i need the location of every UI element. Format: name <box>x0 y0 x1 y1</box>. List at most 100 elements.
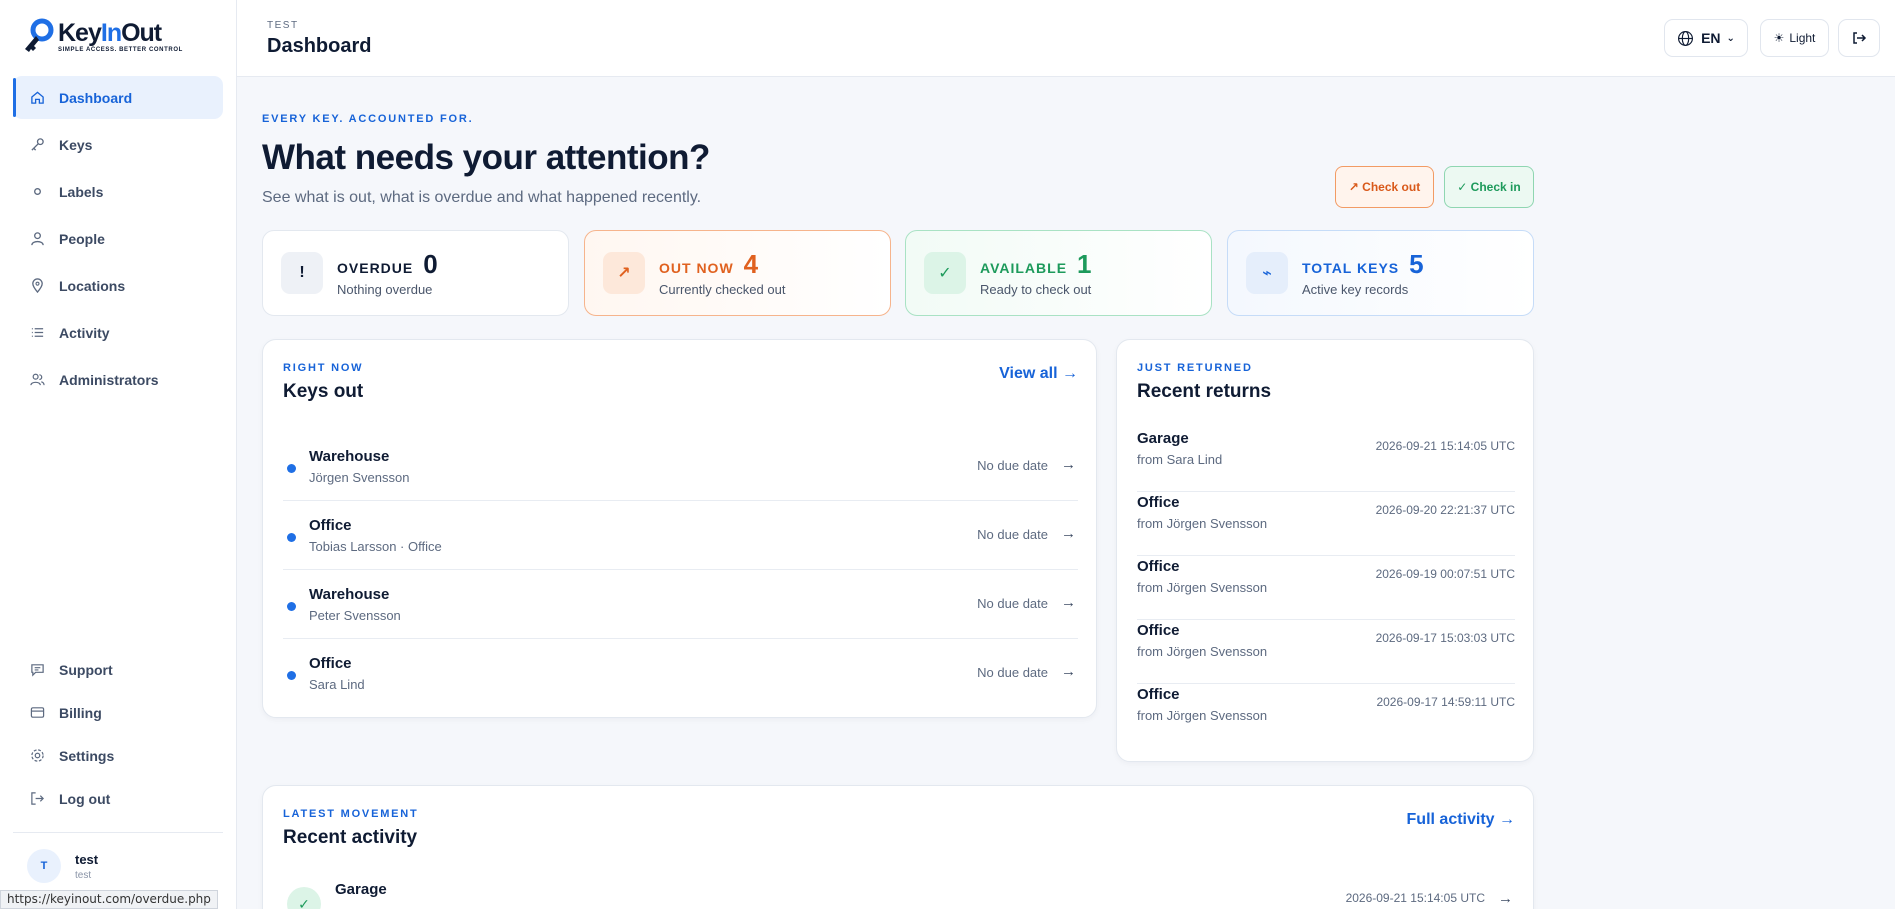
key-holder: Sara Lind <box>309 677 365 692</box>
users-icon <box>29 372 45 388</box>
list-item[interactable]: Office Tobias Larsson · Office No due dat… <box>283 501 1078 570</box>
stat-card-total-keys[interactable]: ⌁ TOTAL KEYS 5 Active key records <box>1227 230 1534 316</box>
returns-list: Garage from Sara Lind 2026-09-21 15:14:0… <box>1137 428 1515 748</box>
pin-icon <box>29 278 45 294</box>
card-title: Keys out <box>283 381 364 402</box>
return-from: from Sara Lind <box>1137 452 1223 467</box>
sidebar-item-label: Dashboard <box>59 89 133 106</box>
due-date: No due date <box>977 527 1048 542</box>
sidebar-item-label: Labels <box>59 183 104 200</box>
sidebar-item-locations[interactable]: Locations <box>13 264 223 307</box>
sidebar-item-label: Support <box>59 661 113 678</box>
chevron-down-icon: ⌄ <box>1726 32 1735 44</box>
sidebar-item-label: Administrators <box>59 371 159 388</box>
sidebar-item-activity[interactable]: Activity <box>13 311 223 354</box>
key-holder: Jörgen Svensson <box>309 469 410 485</box>
return-from: from Jörgen Svensson <box>1137 708 1268 723</box>
stat-description: Active key records <box>1302 282 1409 297</box>
check-out-button[interactable]: ↗ Check out <box>1335 166 1434 208</box>
secondary-nav: Support Billing Settings Log out <box>13 650 223 822</box>
list-item[interactable]: Garage from Sara Lind 2026-09-21 15:14:0… <box>1137 428 1515 492</box>
keys-out-card: RIGHT NOW Keys out View all → Warehouse J… <box>262 339 1097 718</box>
user-profile[interactable]: T test test <box>13 832 223 883</box>
breadcrumb: TEST <box>267 20 299 31</box>
stat-value: 0 <box>423 249 438 279</box>
sun-icon: ☀ <box>1773 31 1785 45</box>
arrow-right-icon: → <box>1061 663 1076 680</box>
sidebar-item-administrators[interactable]: Administrators <box>13 358 223 401</box>
card-kicker: JUST RETURNED <box>1137 362 1253 374</box>
card-icon <box>29 705 45 721</box>
status-dot <box>287 671 296 680</box>
keys-out-list: Warehouse Jörgen Svensson No due date → O… <box>283 432 1078 708</box>
stat-value: 1 <box>1077 249 1092 279</box>
language-selector[interactable]: EN ⌄ <box>1664 19 1748 57</box>
list-item[interactable]: Warehouse Peter Svensson No due date → <box>283 570 1078 639</box>
key-icon <box>29 137 45 153</box>
hero-title: What needs your attention? <box>262 138 710 177</box>
sidebar-item-label: Log out <box>59 790 111 807</box>
table-row[interactable]: ✓ Garage 2026-09-21 15:14:05 UTC → <box>287 881 1515 909</box>
stat-card-overdue[interactable]: ! OVERDUE 0 Nothing overdue <box>262 230 569 316</box>
activity-time: 2026-09-21 15:14:05 UTC <box>1345 891 1485 905</box>
sidebar-item-dashboard[interactable]: Dashboard <box>13 76 223 119</box>
stat-label: AVAILABLE <box>980 260 1068 276</box>
globe-icon <box>1678 30 1694 46</box>
return-time: 2026-09-21 15:14:05 UTC <box>1375 439 1515 453</box>
key-holder: Peter Svensson <box>309 607 401 623</box>
return-from: from Jörgen Svensson <box>1137 516 1268 531</box>
key-logo-icon <box>25 18 54 52</box>
home-icon <box>29 90 45 106</box>
list-item[interactable]: Office from Jörgen Svensson 2026-09-17 1… <box>1137 620 1515 684</box>
arrow-right-icon: → <box>1061 456 1076 473</box>
return-time: 2026-09-17 14:59:11 UTC <box>1376 695 1515 709</box>
sidebar-item-support[interactable]: Support <box>13 650 223 689</box>
card-title: Recent activity <box>283 827 418 848</box>
view-all-link[interactable]: View all → <box>999 365 1078 383</box>
stat-card-available[interactable]: ✓ AVAILABLE 1 Ready to check out <box>905 230 1212 316</box>
stat-card-out-now[interactable]: ↗ OUT NOW 4 Currently checked out <box>584 230 891 316</box>
list-item[interactable]: Office Sara Lind No due date → <box>283 639 1078 708</box>
user-name: test <box>75 851 99 867</box>
key-icon: ⌁ <box>1246 252 1288 294</box>
sidebar-item-keys[interactable]: Keys <box>13 123 223 166</box>
due-date: No due date <box>977 596 1048 611</box>
return-key-name: Office <box>1137 494 1180 511</box>
list-item[interactable]: Office from Jörgen Svensson 2026-09-20 2… <box>1137 492 1515 556</box>
arrow-right-icon: → <box>1498 890 1513 907</box>
theme-toggle[interactable]: ☀ Light <box>1760 19 1829 57</box>
check-in-button[interactable]: ✓ Check in <box>1444 166 1534 208</box>
arrow-right-icon: → <box>1061 594 1076 611</box>
stat-value: 4 <box>743 249 759 279</box>
circle-icon <box>29 184 45 200</box>
recent-returns-card: JUST RETURNED Recent returns Garage from… <box>1116 339 1534 762</box>
stat-description: Nothing overdue <box>337 282 433 297</box>
sidebar-item-billing[interactable]: Billing <box>13 693 223 732</box>
due-date: No due date <box>977 665 1048 680</box>
due-date: No due date <box>977 458 1048 473</box>
card-kicker: RIGHT NOW <box>283 362 364 374</box>
sidebar-item-people[interactable]: People <box>13 217 223 260</box>
sidebar-item-label: Activity <box>59 324 110 341</box>
key-name: Office <box>309 655 352 672</box>
key-name: Warehouse <box>309 447 390 465</box>
sidebar-item-settings[interactable]: Settings <box>13 736 223 775</box>
list-item[interactable]: Warehouse Jörgen Svensson No due date → <box>283 432 1078 501</box>
card-title: Recent returns <box>1137 381 1272 402</box>
sidebar-item-logout[interactable]: Log out <box>13 779 223 818</box>
user-icon <box>29 231 45 247</box>
sidebar-item-labels[interactable]: Labels <box>13 170 223 213</box>
list-item[interactable]: Office from Jörgen Svensson 2026-09-19 0… <box>1137 556 1515 620</box>
sidebar-item-label: Keys <box>59 136 93 153</box>
list-item[interactable]: Office from Jörgen Svensson 2026-09-17 1… <box>1137 684 1515 748</box>
full-activity-link[interactable]: Full activity → <box>1407 811 1515 829</box>
activity-key-name: Garage <box>335 881 387 898</box>
avatar: T <box>27 849 61 883</box>
page-title: Dashboard <box>267 35 372 57</box>
app-logo[interactable]: KeyInOut SIMPLE ACCESS. BETTER CONTROL <box>20 18 183 54</box>
return-time: 2026-09-17 15:03:03 UTC <box>1375 631 1515 645</box>
user-org: test <box>75 869 92 881</box>
check-icon: ✓ <box>287 887 321 909</box>
exit-button[interactable] <box>1838 19 1880 57</box>
stat-value: 5 <box>1409 249 1424 279</box>
